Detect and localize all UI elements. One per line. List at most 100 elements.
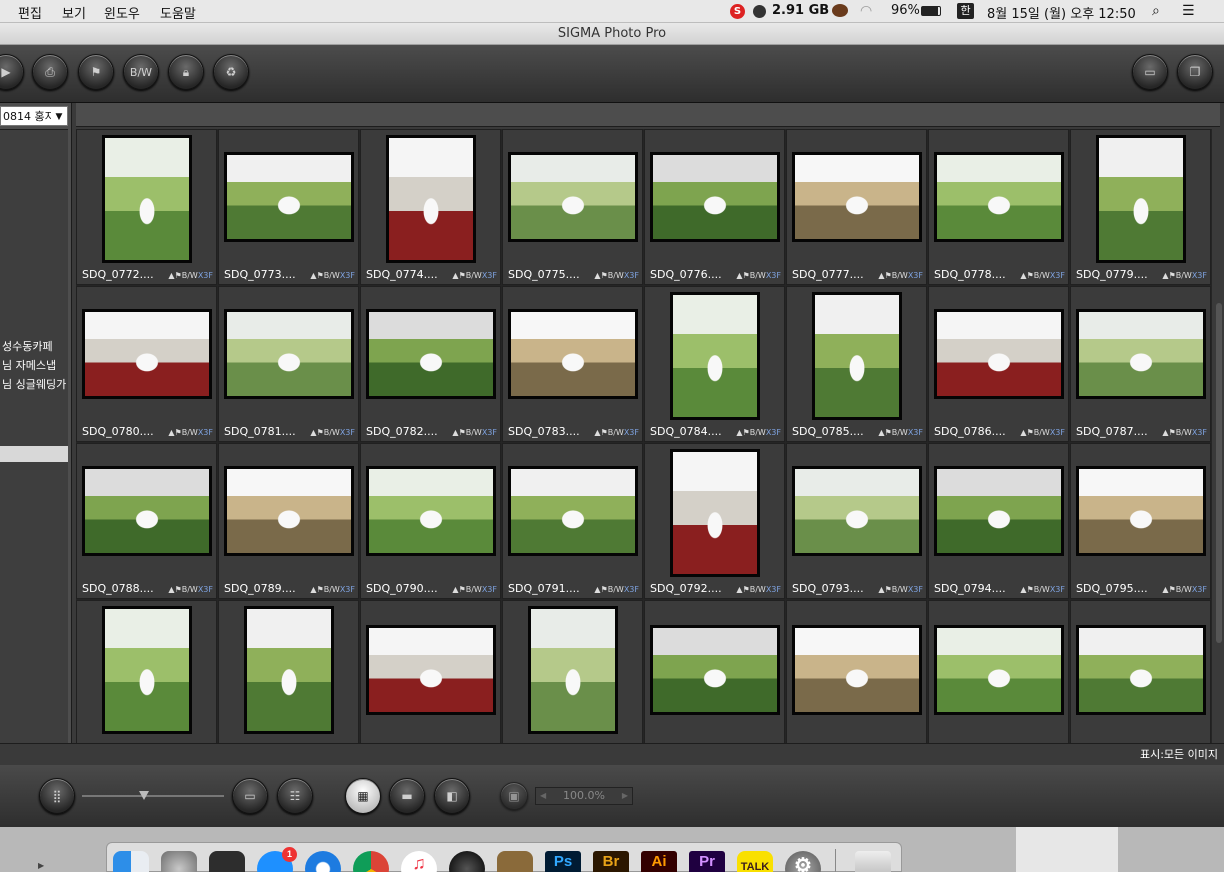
thumbnail-image[interactable] xyxy=(244,606,334,734)
wifi-icon[interactable]: ◠ xyxy=(860,3,872,19)
thumbnail-cell[interactable]: SDQ_0787.... ▲⚑B/WX3F xyxy=(1070,286,1211,442)
thumbnail-image[interactable] xyxy=(1076,309,1206,399)
thumbnail-image[interactable] xyxy=(386,135,476,263)
thumbnail-cell[interactable]: SDQ_0779.... ▲⚑B/WX3F xyxy=(1070,129,1211,285)
thumbnail-cell[interactable]: SDQ_0795.... ▲⚑B/WX3F xyxy=(1070,443,1211,599)
itunes-icon[interactable]: ♫ xyxy=(401,851,437,872)
thumbnail-image[interactable] xyxy=(792,152,922,242)
thumbnail-cell[interactable]: SDQ_0788.... ▲⚑B/WX3F xyxy=(76,443,217,599)
thumbnail-cell[interactable]: SDQ_0778.... ▲⚑B/WX3F xyxy=(928,129,1069,285)
flag-button[interactable]: ⚑ xyxy=(78,54,114,90)
thumbnail-cell[interactable] xyxy=(360,600,501,743)
thumbnail-cell[interactable]: SDQ_0774.... ▲⚑B/WX3F xyxy=(360,129,501,285)
menu-window[interactable]: 윈도우 xyxy=(104,3,140,22)
thumbnail-image[interactable] xyxy=(508,309,638,399)
single-window-button[interactable]: ▭ xyxy=(1132,54,1168,90)
kakaotalk-icon[interactable]: TALK xyxy=(737,851,773,872)
battery-icon[interactable] xyxy=(921,6,941,16)
zoom-up-icon[interactable]: ▶ xyxy=(622,788,628,804)
spotlight-icon[interactable]: ⌕ xyxy=(1152,3,1160,19)
thumbnail-cell[interactable]: SDQ_0789.... ▲⚑B/WX3F xyxy=(218,443,359,599)
notification-center-icon[interactable]: ☰ xyxy=(1182,3,1195,19)
thumbnail-cell[interactable]: SDQ_0794.... ▲⚑B/WX3F xyxy=(928,443,1069,599)
thumbnail-cell[interactable] xyxy=(1070,600,1211,743)
safari-icon[interactable] xyxy=(305,851,341,872)
zoom-down-icon[interactable]: ◀ xyxy=(540,788,546,804)
folder-select[interactable]: 0814 홍지 ▼ xyxy=(0,106,68,126)
thumbnail-image[interactable] xyxy=(792,466,922,556)
photo-viewer-icon[interactable] xyxy=(497,851,533,872)
system-preferences-icon[interactable]: ⚙ xyxy=(785,851,821,872)
status-app-icon[interactable]: S xyxy=(730,4,745,19)
grid-size-button[interactable]: ⣿ xyxy=(39,778,75,814)
play-button[interactable]: ▶ xyxy=(0,54,24,90)
thumbnail-cell[interactable]: SDQ_0772.... ▲⚑B/WX3F xyxy=(76,129,217,285)
multi-window-button[interactable]: ❐ xyxy=(1177,54,1213,90)
filmstrip-view-button[interactable]: ▬ xyxy=(389,778,425,814)
thumbnail-grid[interactable]: SDQ_0772.... ▲⚑B/WX3F SDQ_0773.... ▲⚑B/WX3F… xyxy=(76,129,1212,743)
thumbnail-image[interactable] xyxy=(508,466,638,556)
print-button[interactable]: ⎙ xyxy=(32,54,68,90)
input-method-icon[interactable]: 한 xyxy=(957,3,974,19)
folder-item[interactable]: 성수동카페 xyxy=(2,338,53,354)
delete-button[interactable]: ♻ xyxy=(213,54,249,90)
clock[interactable]: 8월 15일 (월) 오후 12:50 xyxy=(987,3,1136,22)
thumbnail-cell[interactable]: SDQ_0783.... ▲⚑B/WX3F xyxy=(502,286,643,442)
thumbnail-image[interactable] xyxy=(1076,625,1206,715)
thumbnail-image[interactable] xyxy=(670,449,760,577)
thumbnail-image[interactable] xyxy=(366,625,496,715)
finder-icon[interactable] xyxy=(113,851,149,872)
chevron-down-icon[interactable]: ▼ xyxy=(51,107,67,125)
selected-folder-row[interactable] xyxy=(0,446,68,462)
thumbnail-cell[interactable] xyxy=(786,600,927,743)
thumbnail-image[interactable] xyxy=(366,466,496,556)
thumbnail-image[interactable] xyxy=(1076,466,1206,556)
thumbnail-cell[interactable]: SDQ_0785.... ▲⚑B/WX3F xyxy=(786,286,927,442)
thumbnail-image[interactable] xyxy=(102,135,192,263)
launchpad-icon[interactable] xyxy=(161,851,197,872)
memory-icon[interactable] xyxy=(753,5,766,18)
lock-button[interactable]: 🔒︎ xyxy=(168,54,204,90)
thumbnail-cell[interactable] xyxy=(502,600,643,743)
menu-edit[interactable]: 편집 xyxy=(18,3,42,22)
vertical-scrollbar[interactable] xyxy=(1216,303,1222,643)
list-view-button[interactable]: ☷ xyxy=(277,778,313,814)
folder-list[interactable]: 성수동카페 님 자메스냅 님 싱글웨딩가 xyxy=(0,129,68,743)
illustrator-icon[interactable]: Ai xyxy=(641,851,677,872)
thumbnail-image[interactable] xyxy=(670,292,760,420)
thumbnail-cell[interactable]: SDQ_0782.... ▲⚑B/WX3F xyxy=(360,286,501,442)
thumbnail-cell[interactable]: SDQ_0784.... ▲⚑B/WX3F xyxy=(644,286,785,442)
thumbnail-cell[interactable]: SDQ_0775.... ▲⚑B/WX3F xyxy=(502,129,643,285)
thumbnail-image[interactable] xyxy=(812,292,902,420)
thumbnail-image[interactable] xyxy=(82,466,212,556)
thumbnail-image[interactable] xyxy=(934,309,1064,399)
camera-raw-icon[interactable] xyxy=(449,851,485,872)
single-view-button[interactable]: ▭ xyxy=(232,778,268,814)
thumbnail-image[interactable] xyxy=(366,309,496,399)
thumbnail-image[interactable] xyxy=(102,606,192,734)
photoshop-icon[interactable]: Ps xyxy=(545,851,581,872)
thumbnail-cell[interactable]: SDQ_0786.... ▲⚑B/WX3F xyxy=(928,286,1069,442)
thumbnail-image[interactable] xyxy=(82,309,212,399)
bw-button[interactable]: B/W xyxy=(123,54,159,90)
thumbnail-cell[interactable]: SDQ_0780.... ▲⚑B/WX3F xyxy=(76,286,217,442)
thumbnail-cell[interactable]: SDQ_0777.... ▲⚑B/WX3F xyxy=(786,129,927,285)
thumbnail-image[interactable] xyxy=(934,625,1064,715)
thumbnail-cell[interactable] xyxy=(644,600,785,743)
premiere-icon[interactable]: Pr xyxy=(689,851,725,872)
thumbnail-image[interactable] xyxy=(224,466,354,556)
folder-item[interactable]: 님 싱글웨딩가 xyxy=(2,376,66,392)
trash-icon[interactable] xyxy=(855,851,891,872)
thumbnail-image[interactable] xyxy=(934,466,1064,556)
thumbnail-cell[interactable]: SDQ_0791.... ▲⚑B/WX3F xyxy=(502,443,643,599)
thumbnail-cell[interactable]: SDQ_0792.... ▲⚑B/WX3F xyxy=(644,443,785,599)
thumbnail-image[interactable] xyxy=(934,152,1064,242)
thumbnail-image[interactable] xyxy=(650,625,780,715)
compare-view-button[interactable]: ◧ xyxy=(434,778,470,814)
thumbnail-cell[interactable]: SDQ_0781.... ▲⚑B/WX3F xyxy=(218,286,359,442)
thumbnail-cell[interactable] xyxy=(928,600,1069,743)
folder-item[interactable]: 님 자메스냅 xyxy=(2,357,56,373)
bridge-icon[interactable]: Br xyxy=(593,851,629,872)
thumbnail-cell[interactable]: SDQ_0773.... ▲⚑B/WX3F xyxy=(218,129,359,285)
thumbnail-image[interactable] xyxy=(528,606,618,734)
